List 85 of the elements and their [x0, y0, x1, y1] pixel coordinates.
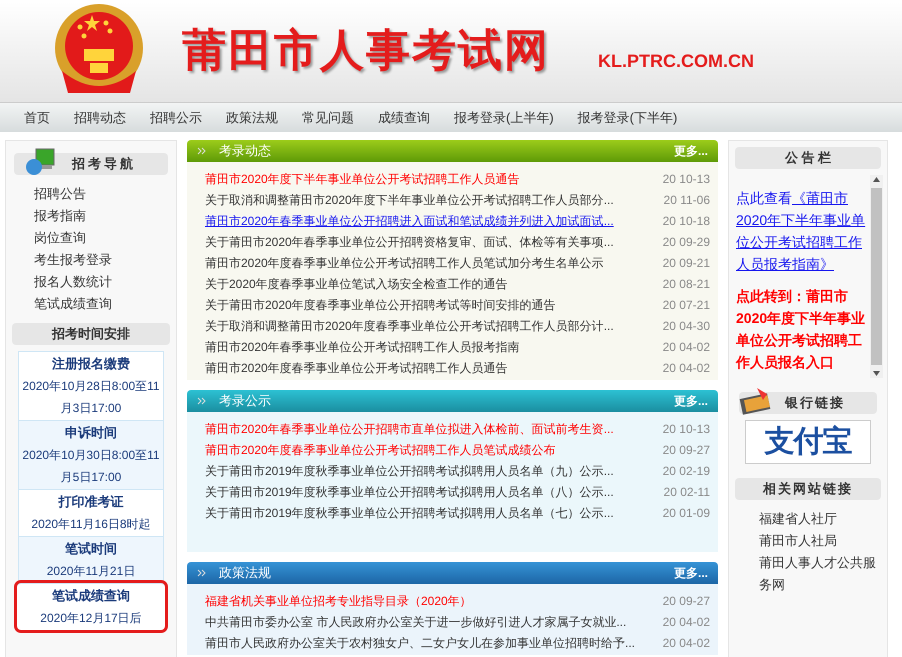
notice-title: 公 告 栏 [784, 149, 832, 168]
news-date: 20 02-11 [664, 484, 710, 500]
schedule-item-time: 2020年10月28日8:00至11月3日17:00 [21, 378, 161, 417]
schedule-item-title: 笔试时间 [64, 540, 118, 558]
news-link[interactable]: 关于取消和调整莆田市2020年度下半年事业单位公开考试招聘工作人员部分... [205, 190, 614, 208]
nav-link[interactable]: 成绩查询 [378, 108, 430, 128]
schedule-item-title: 打印准考证 [57, 493, 124, 511]
news-link[interactable]: 莆田市2020年春季事业单位公开招聘进入面试和笔试成绩并列进入加试面试... [205, 212, 614, 230]
schedule-item-time: 2020年11月16日8时起 [30, 516, 152, 533]
news-date: 20 04-02 [662, 634, 710, 652]
more-link[interactable]: 更多... [674, 564, 708, 582]
news-date: 20 04-02 [662, 614, 710, 630]
scroll-down-icon[interactable] [873, 371, 880, 376]
computer-globe-icon [24, 147, 56, 177]
news-link[interactable]: 关于莆田市2019年度秋季事业单位公开招聘考试拟聘用人员名单（九）公示... [205, 462, 614, 480]
news-link[interactable]: 关于莆田市2020年春季事业单位公开招聘资格复审、面试、体检等有关事项... [205, 232, 614, 250]
news-link[interactable]: 关于取消和调整莆田市2020年度春季事业单位公开考试招聘工作人员部分计... [205, 316, 614, 334]
site-domain: KL.PTRC.COM.CN [598, 50, 754, 72]
site-title: 莆田市人事考试网 [182, 25, 550, 77]
related-link[interactable]: 福建省人社厅 [759, 508, 837, 530]
news-date: 20 10-18 [662, 212, 710, 230]
registration-alert[interactable]: 点此转到：莆田市2020年度下半年事业单位公开考试招聘工作人员报名入口 [736, 285, 868, 373]
nav-link[interactable]: 首页 [24, 108, 50, 128]
news-link[interactable]: 关于莆田市2020年度春季事业单位公开招聘考试等时间安排的通告 [205, 296, 556, 314]
news-date: 20 09-27 [662, 442, 710, 458]
related-link[interactable]: 莆田人事人才公共服务网 [759, 552, 879, 596]
schedule-item-time: 2020年12月17日后 [39, 610, 143, 627]
news-date: 20 02-19 [662, 462, 710, 480]
double-chevron-icon [197, 569, 207, 577]
sidebar-link[interactable]: 招聘公告 [34, 183, 86, 205]
news-date: 20 07-21 [662, 296, 710, 314]
news-date: 20 08-21 [662, 276, 710, 292]
news-link[interactable]: 莆田市2020年春季事业单位公开招聘市直单位拟进入体检前、面试前考生资... [205, 420, 614, 438]
scroll-up-icon[interactable] [873, 177, 880, 182]
news-date: 20 04-30 [662, 318, 710, 334]
news-link[interactable]: 莆田市2020年度春季事业单位公开考试招聘工作人员笔试加分考生名单公示 [205, 254, 604, 272]
panel-title: 考录公示 [219, 392, 271, 410]
double-chevron-icon [197, 397, 207, 405]
alipay-logo[interactable]: 支付宝 [745, 420, 871, 464]
sidebar-link[interactable]: 报名人数统计 [34, 271, 112, 293]
news-link[interactable]: 关于莆田市2019年度秋季事业单位公开招聘考试拟聘用人员名单（七）公示... [205, 504, 614, 522]
schedule-item-time: 2020年10月30日8:00至11月5日17:00 [21, 447, 161, 486]
notice-link[interactable]: 点此查看《莆田市2020年下半年事业单位公开考试招聘工作人员报考指南》 [736, 187, 868, 275]
schedule-item-title: 注册报名缴费 [51, 355, 131, 373]
related-link[interactable]: 莆田市人社局 [759, 530, 837, 552]
news-link[interactable]: 福建省机关事业单位招考专业指导目录（2020年） [205, 592, 472, 610]
news-date: 20 09-27 [662, 592, 710, 610]
schedule-title: 招考时间安排 [52, 325, 130, 344]
news-link[interactable]: 莆田市2020年度下半年事业单位公开考试招聘工作人员通告 [205, 170, 520, 188]
sidebar-link[interactable]: 报考指南 [34, 205, 86, 227]
panel-title: 考录动态 [219, 142, 271, 160]
news-link[interactable]: 莆田市2020年春季事业单位公开考试招聘工作人员报考指南 [205, 338, 520, 356]
news-date: 20 09-29 [662, 234, 710, 250]
schedule-item-title: 申诉时间 [64, 424, 118, 442]
news-link[interactable]: 关于莆田市2019年度秋季事业单位公开招聘考试拟聘用人员名单（八）公示... [205, 482, 614, 500]
nav-link[interactable]: 招聘公示 [150, 108, 202, 128]
news-date: 20 10-13 [662, 170, 710, 188]
nav-link[interactable]: 报考登录(下半年) [578, 108, 678, 128]
schedule-item-title: 笔试成绩查询 [51, 587, 131, 605]
nav-link[interactable]: 报考登录(上半年) [454, 108, 554, 128]
news-link[interactable]: 莆田市人民政府办公室关于农村独女户、二女户女儿在参加事业单位招聘时给予... [205, 634, 636, 652]
news-link[interactable]: 莆田市2020年度春季事业单位公开考试招聘工作人员笔试成绩公布 [205, 440, 556, 458]
related-title: 相关网站链接 [763, 480, 853, 498]
nav-title: 招考导航 [72, 155, 136, 174]
nav-link[interactable]: 常见问题 [302, 108, 354, 128]
news-date: 20 11-06 [664, 192, 710, 208]
news-date: 20 04-02 [662, 338, 710, 356]
sidebar-link[interactable]: 考生报考登录 [34, 249, 112, 271]
scroll-thumb[interactable] [871, 188, 882, 365]
schedule-item-time: 2020年11月21日 [46, 563, 136, 580]
scrollbar[interactable] [870, 175, 883, 378]
news-link[interactable]: 中共莆田市委办公室 市人民政府办公室关于进一步做好引进人才家属子女就业... [205, 612, 626, 630]
sidebar-link[interactable]: 笔试成绩查询 [34, 293, 112, 315]
news-date: 20 09-21 [662, 254, 710, 272]
sidebar-link[interactable]: 岗位查询 [34, 227, 86, 249]
bank-title: 银行链接 [785, 394, 845, 412]
panel-title: 政策法规 [219, 564, 271, 582]
double-chevron-icon [197, 147, 207, 155]
nav-link[interactable]: 招聘动态 [74, 108, 126, 128]
news-date: 20 01-09 [662, 504, 710, 522]
nav-link[interactable]: 政策法规 [226, 108, 278, 128]
news-date: 20 10-13 [662, 420, 710, 438]
news-date: 20 04-02 [662, 360, 710, 376]
news-link[interactable]: 关于2020年度春季事业单位笔试入场安全检查工作的通告 [205, 274, 508, 292]
news-link[interactable]: 莆田市2020年度春季事业单位公开考试招聘工作人员通告 [205, 358, 508, 376]
